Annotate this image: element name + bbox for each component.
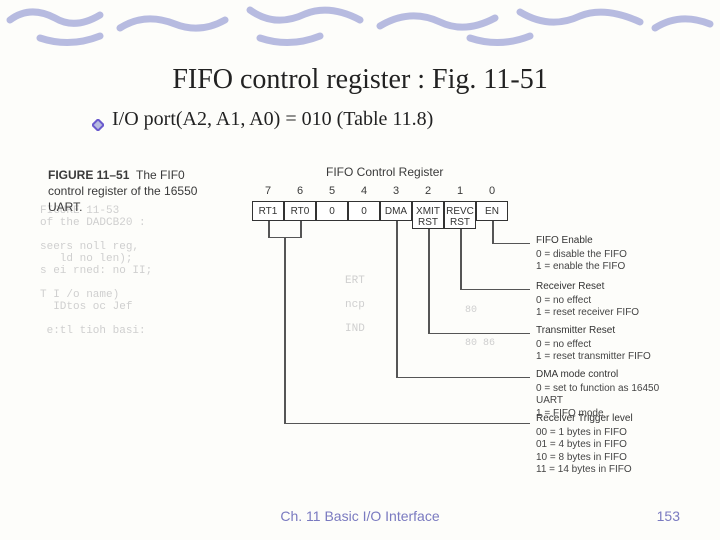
bit-1-box: REVCRST [444,201,476,229]
desc-fifo-enable: FIFO Enable 0 = disable the FIFO 1 = ena… [536,235,627,274]
bit-3-box: DMA [380,201,412,221]
figure-number: FIGURE 11–51 [48,168,129,182]
bullet-text: I/O port(A2, A1, A0) = 010 (Table 11.8) [112,108,433,130]
bit-0-box: EN [476,201,508,221]
ghost-text-left: FIGURE 11-53 of the DADCB20 : seers noll… [40,205,152,337]
bit-2-box: XMITRST [412,201,444,229]
ghost-text-right: 80 80 86 [465,305,495,349]
ghost-text-mid: ERT ncp IND [345,275,365,335]
slide-banner [0,0,720,48]
bitnum-6: 6 [297,185,303,197]
bitnum-0: 0 [489,185,495,197]
bitnum-1: 1 [457,185,463,197]
desc-transmitter-reset: Transmitter Reset 0 = no effect 1 = rese… [536,325,651,364]
footer-page: 153 [657,508,680,524]
bit-7-box: RT1 [252,201,284,221]
figure-area: FIGURE 11-53 of the DADCB20 : seers noll… [40,155,680,485]
bitnum-3: 3 [393,185,399,197]
bullet-icon [92,114,104,126]
bit-6-box: RT0 [284,201,316,221]
bitnum-2: 2 [425,185,431,197]
footer-chapter: Ch. 11 Basic I/O Interface [0,508,720,524]
desc-receiver-reset: Receiver Reset 0 = no effect 1 = reset r… [536,281,639,320]
slide-title: FIFO control register : Fig. 11-51 [0,64,720,96]
bitnum-4: 4 [361,185,367,197]
bit-5-box: 0 [316,201,348,221]
bullet-line: I/O port(A2, A1, A0) = 010 (Table 11.8) [92,108,720,131]
figure-caption: FIGURE 11–51 The FIF0 control register o… [48,167,208,216]
bitnum-5: 5 [329,185,335,197]
bit-4-box: 0 [348,201,380,221]
desc-trigger-level: Receiver Trigger level 00 = 1 bytes in F… [536,413,633,477]
bitnum-7: 7 [265,185,271,197]
register-title: FIFO Control Register [326,165,443,179]
